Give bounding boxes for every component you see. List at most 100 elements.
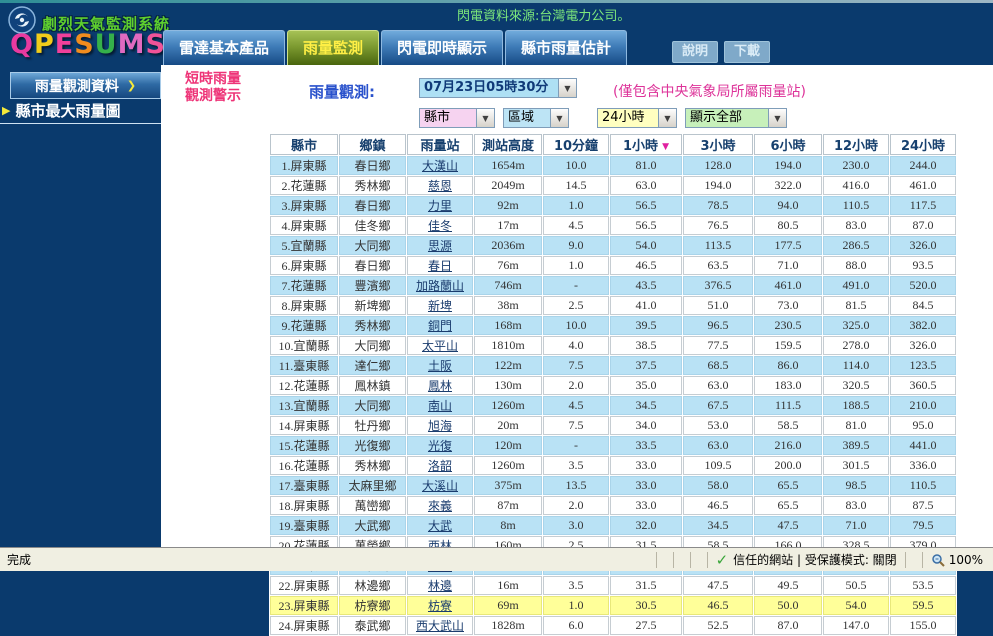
station-link[interactable]: 思源 [428,239,452,253]
cell: 5.宜蘭縣 [270,236,338,255]
cell: 244.0 [890,156,956,175]
station-link[interactable]: 銅門 [428,319,452,333]
column-header-4[interactable]: 10分鐘 [543,134,609,155]
cell: 萬巒鄉 [339,496,406,515]
cell: 17m [474,216,542,235]
station-link[interactable]: 力里 [428,199,452,213]
cell: 93.5 [890,256,956,275]
cell: 6.屏東縣 [270,256,338,275]
station-link[interactable]: 大武 [428,519,452,533]
station-link[interactable]: 來義 [428,499,452,513]
cell: 114.0 [823,356,889,375]
cell: 47.5 [683,576,753,595]
status-bar: 完成 ✓ 信任的網站 | 受保護模式: 關閉 100% [0,547,993,571]
time-select[interactable]: 07月23日05時30分 ▼ [419,78,577,98]
station-link[interactable]: 佳冬 [428,219,452,233]
station-link[interactable]: 加路蘭山 [416,279,464,293]
station-link[interactable]: 西大武山 [416,619,464,633]
cell: 1.0 [543,256,609,275]
column-header-5[interactable]: 1小時 ▼ [610,134,682,155]
cell: 63.0 [683,436,753,455]
station-link[interactable]: 旭海 [428,419,452,433]
cell: 2036m [474,236,542,255]
station-link[interactable]: 新埤 [428,299,452,313]
tab-2[interactable]: 閃電即時顯示 [381,30,504,65]
cell: 58.0 [683,476,753,495]
cell: 35.0 [610,376,682,395]
cell: 63.0 [683,376,753,395]
cell: 33.0 [610,496,682,515]
filter-select-2[interactable]: 24小時 ▼ [597,108,677,128]
column-header-3[interactable]: 測站高度 [474,134,542,155]
station-link[interactable]: 大溪山 [422,479,458,493]
cell: 大武 [407,516,473,535]
cell: 10.0 [543,156,609,175]
table-row: 10.宜蘭縣 大同鄉 太平山 1810m 4.0 38.5 77.5 159.5 278.0 32… [270,336,956,355]
cell: 59.5 [890,596,956,615]
tab-1[interactable]: 雨量監測 [287,30,380,65]
help-button[interactable]: 說明 [672,41,719,63]
tab-3[interactable]: 縣市雨量估計 [505,30,628,65]
station-link[interactable]: 洛韶 [428,459,452,473]
table-row: 22.屏東縣 林邊鄉 林邊 16m 3.5 31.5 47.5 49.5 50.5 53.5 [270,576,956,595]
station-link[interactable]: 南山 [428,399,452,413]
cell: 87.0 [890,216,956,235]
filter-select-1[interactable]: 區域 ▼ [503,108,569,128]
cell: 461.0 [754,276,822,295]
sidebar-item-county-max-rain[interactable]: ▶ 縣市最大雨量圖 [0,98,161,124]
cell: 128.0 [683,156,753,175]
cell: 78.5 [683,196,753,215]
station-link[interactable]: 太平山 [422,339,458,353]
station-link[interactable]: 大漢山 [422,159,458,173]
column-header-7[interactable]: 6小時 [754,134,822,155]
column-header-0[interactable]: 縣市 [270,134,338,155]
station-link[interactable]: 鳳林 [428,379,452,393]
cell: 109.5 [683,456,753,475]
cell: 20m [474,416,542,435]
station-link[interactable]: 土阪 [428,359,452,373]
cell: 南山 [407,396,473,415]
cell: 3.5 [543,456,609,475]
station-link[interactable]: 春日 [428,259,452,273]
column-header-2[interactable]: 雨量站 [407,134,473,155]
cell: 746m [474,276,542,295]
cell: 4.0 [543,336,609,355]
cell: 秀林鄉 [339,316,406,335]
brand-letter: P [33,29,55,60]
cell: 林邊鄉 [339,576,406,595]
zoom-control[interactable]: 100% [931,553,993,567]
cell: 2.花蓮縣 [270,176,338,195]
cell: 24.屏東縣 [270,616,338,635]
filter-select-0[interactable]: 縣市 ▼ [419,108,495,128]
cell: 34.5 [610,396,682,415]
cell: 71.0 [823,516,889,535]
data-source-notice: 閃電資料來源:台灣電力公司。 [457,9,631,24]
cell: 322.0 [754,176,822,195]
column-header-9[interactable]: 24小時 [890,134,956,155]
download-button[interactable]: 下載 [724,41,771,63]
column-header-6[interactable]: 3小時 [683,134,753,155]
column-header-8[interactable]: 12小時 [823,134,889,155]
filter-select-3[interactable]: 顯示全部 ▼ [685,108,787,128]
cell: 4.屏東縣 [270,216,338,235]
column-header-1[interactable]: 鄉鎮 [339,134,406,155]
short-term-rain-warning: 短時雨量 觀測警示 [185,71,241,104]
station-link[interactable]: 慈恩 [428,179,452,193]
cell: 53.5 [890,576,956,595]
sidebar-item-rain-observation[interactable]: 雨量觀測資料 ❯ [10,72,161,99]
dropdown-arrow-icon: ▼ [550,109,568,127]
station-link[interactable]: 枋寮 [428,599,452,613]
cell: 枋寮 [407,596,473,615]
station-link[interactable]: 光復 [428,439,452,453]
cell: 34.0 [610,416,682,435]
table-row: 23.屏東縣 枋寮鄉 枋寮 69m 1.0 30.5 46.5 50.0 54.0 59.5 [270,596,956,615]
station-link[interactable]: 林邊 [428,579,452,593]
cell: 71.0 [754,256,822,275]
cell: 林邊 [407,576,473,595]
cell: 65.5 [754,496,822,515]
tab-0[interactable]: 雷達基本產品 [163,30,286,65]
cell: 336.0 [890,456,956,475]
table-row: 24.屏東縣 泰武鄉 西大武山 1828m 6.0 27.5 52.5 87.0 147.0 15… [270,616,956,635]
cell: 69m [474,596,542,615]
cell: 326.0 [890,336,956,355]
